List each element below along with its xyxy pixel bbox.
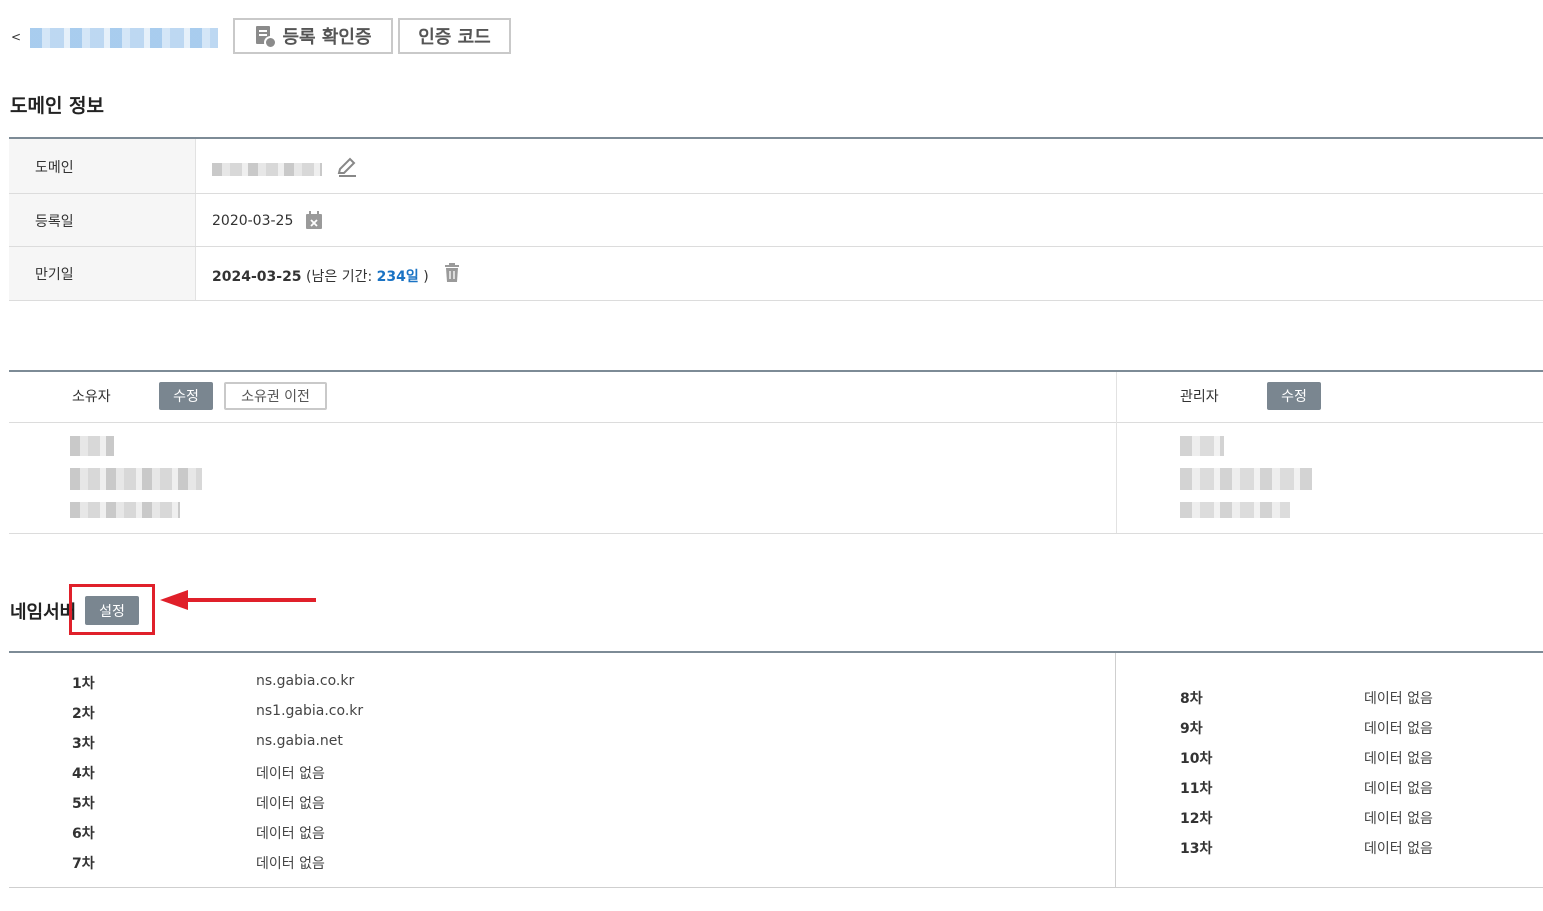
domain-row-label: 도메인 [35, 160, 74, 176]
remaining-prefix: (남은 기간: [306, 269, 373, 285]
auth-code-label: 인증 코드 [418, 27, 491, 48]
expiry-date-line: 2024-03-25 (남은 기간: 234일 ) [212, 266, 429, 286]
nameserver-value: 데이터 없음 [256, 826, 325, 842]
divider [9, 246, 1543, 247]
nameserver-value: 데이터 없음 [1364, 841, 1433, 857]
owner-phone-redacted [70, 502, 180, 518]
ownership-transfer-button[interactable]: 소유권 이전 [224, 382, 327, 410]
trash-icon[interactable] [443, 263, 461, 287]
owner-label: 소유자 [72, 389, 111, 405]
nameserver-order: 6차 [72, 826, 95, 842]
registered-date-value: 2020-03-25 [212, 213, 294, 229]
admin-edit-button[interactable]: 수정 [1267, 382, 1321, 410]
nameserver-value: 데이터 없음 [1364, 721, 1433, 737]
admin-label: 관리자 [1180, 389, 1219, 405]
nameserver-order: 1차 [72, 676, 95, 692]
owner-edit-button[interactable]: 수정 [159, 382, 213, 410]
divider [9, 651, 1543, 653]
nameserver-value: ns1.gabia.co.kr [256, 703, 364, 719]
remaining-suffix: ) [423, 269, 429, 285]
calendar-icon [305, 210, 323, 234]
column-divider [1115, 653, 1116, 887]
nameserver-order: 9차 [1180, 721, 1203, 737]
admin-email-redacted [1180, 468, 1312, 490]
nameserver-order: 7차 [72, 856, 95, 872]
divider [9, 370, 1543, 372]
domain-value-redacted [212, 163, 322, 176]
nameserver-order: 13차 [1180, 841, 1213, 857]
nameserver-value: 데이터 없음 [256, 796, 325, 812]
owner-email-redacted [70, 468, 202, 490]
domain-info-title: 도메인 정보 [10, 95, 105, 117]
nameserver-value: ns.gabia.co.kr [256, 673, 355, 689]
divider [9, 137, 1543, 139]
nameserver-order: 2차 [72, 706, 95, 722]
owner-name-redacted [70, 436, 114, 456]
certificate-icon [254, 25, 278, 49]
remaining-days: 234일 [376, 269, 419, 285]
domain-name-redacted [30, 28, 218, 48]
divider [9, 533, 1543, 534]
edit-pencil-icon[interactable] [336, 156, 358, 182]
nameserver-value: 데이터 없음 [256, 766, 325, 782]
nameserver-value: 데이터 없음 [1364, 811, 1433, 827]
nameserver-value: 데이터 없음 [1364, 751, 1433, 767]
nameserver-order: 11차 [1180, 781, 1213, 797]
divider [9, 887, 1543, 888]
nameserver-order: 4차 [72, 766, 95, 782]
nameserver-value: ns.gabia.net [256, 733, 343, 749]
admin-name-redacted [1180, 436, 1224, 456]
column-divider [1116, 372, 1117, 533]
registration-certificate-label: 등록 확인증 [282, 27, 372, 48]
nameserver-order: 3차 [72, 736, 95, 752]
registration-certificate-button[interactable]: 등록 확인증 [233, 18, 393, 54]
nameserver-value: 데이터 없음 [1364, 781, 1433, 797]
expiry-date-value: 2024-03-25 [212, 269, 302, 285]
nameserver-value: 데이터 없음 [1364, 691, 1433, 707]
divider [9, 193, 1543, 194]
admin-phone-redacted [1180, 502, 1290, 518]
nameserver-title: 네임서버 [10, 602, 77, 623]
nameserver-order: 10차 [1180, 751, 1213, 767]
divider [9, 422, 1543, 423]
annotation-arrow [160, 590, 316, 610]
divider [9, 300, 1543, 301]
highlight-box [69, 584, 155, 635]
nameserver-value: 데이터 없음 [256, 856, 325, 872]
auth-code-button[interactable]: 인증 코드 [398, 18, 511, 54]
back-link[interactable]: < [11, 30, 21, 44]
nameserver-order: 12차 [1180, 811, 1213, 827]
nameserver-order: 5차 [72, 796, 95, 812]
nameserver-order: 8차 [1180, 691, 1203, 707]
registered-date-label: 등록일 [35, 214, 74, 230]
expiry-date-label: 만기일 [35, 267, 74, 283]
